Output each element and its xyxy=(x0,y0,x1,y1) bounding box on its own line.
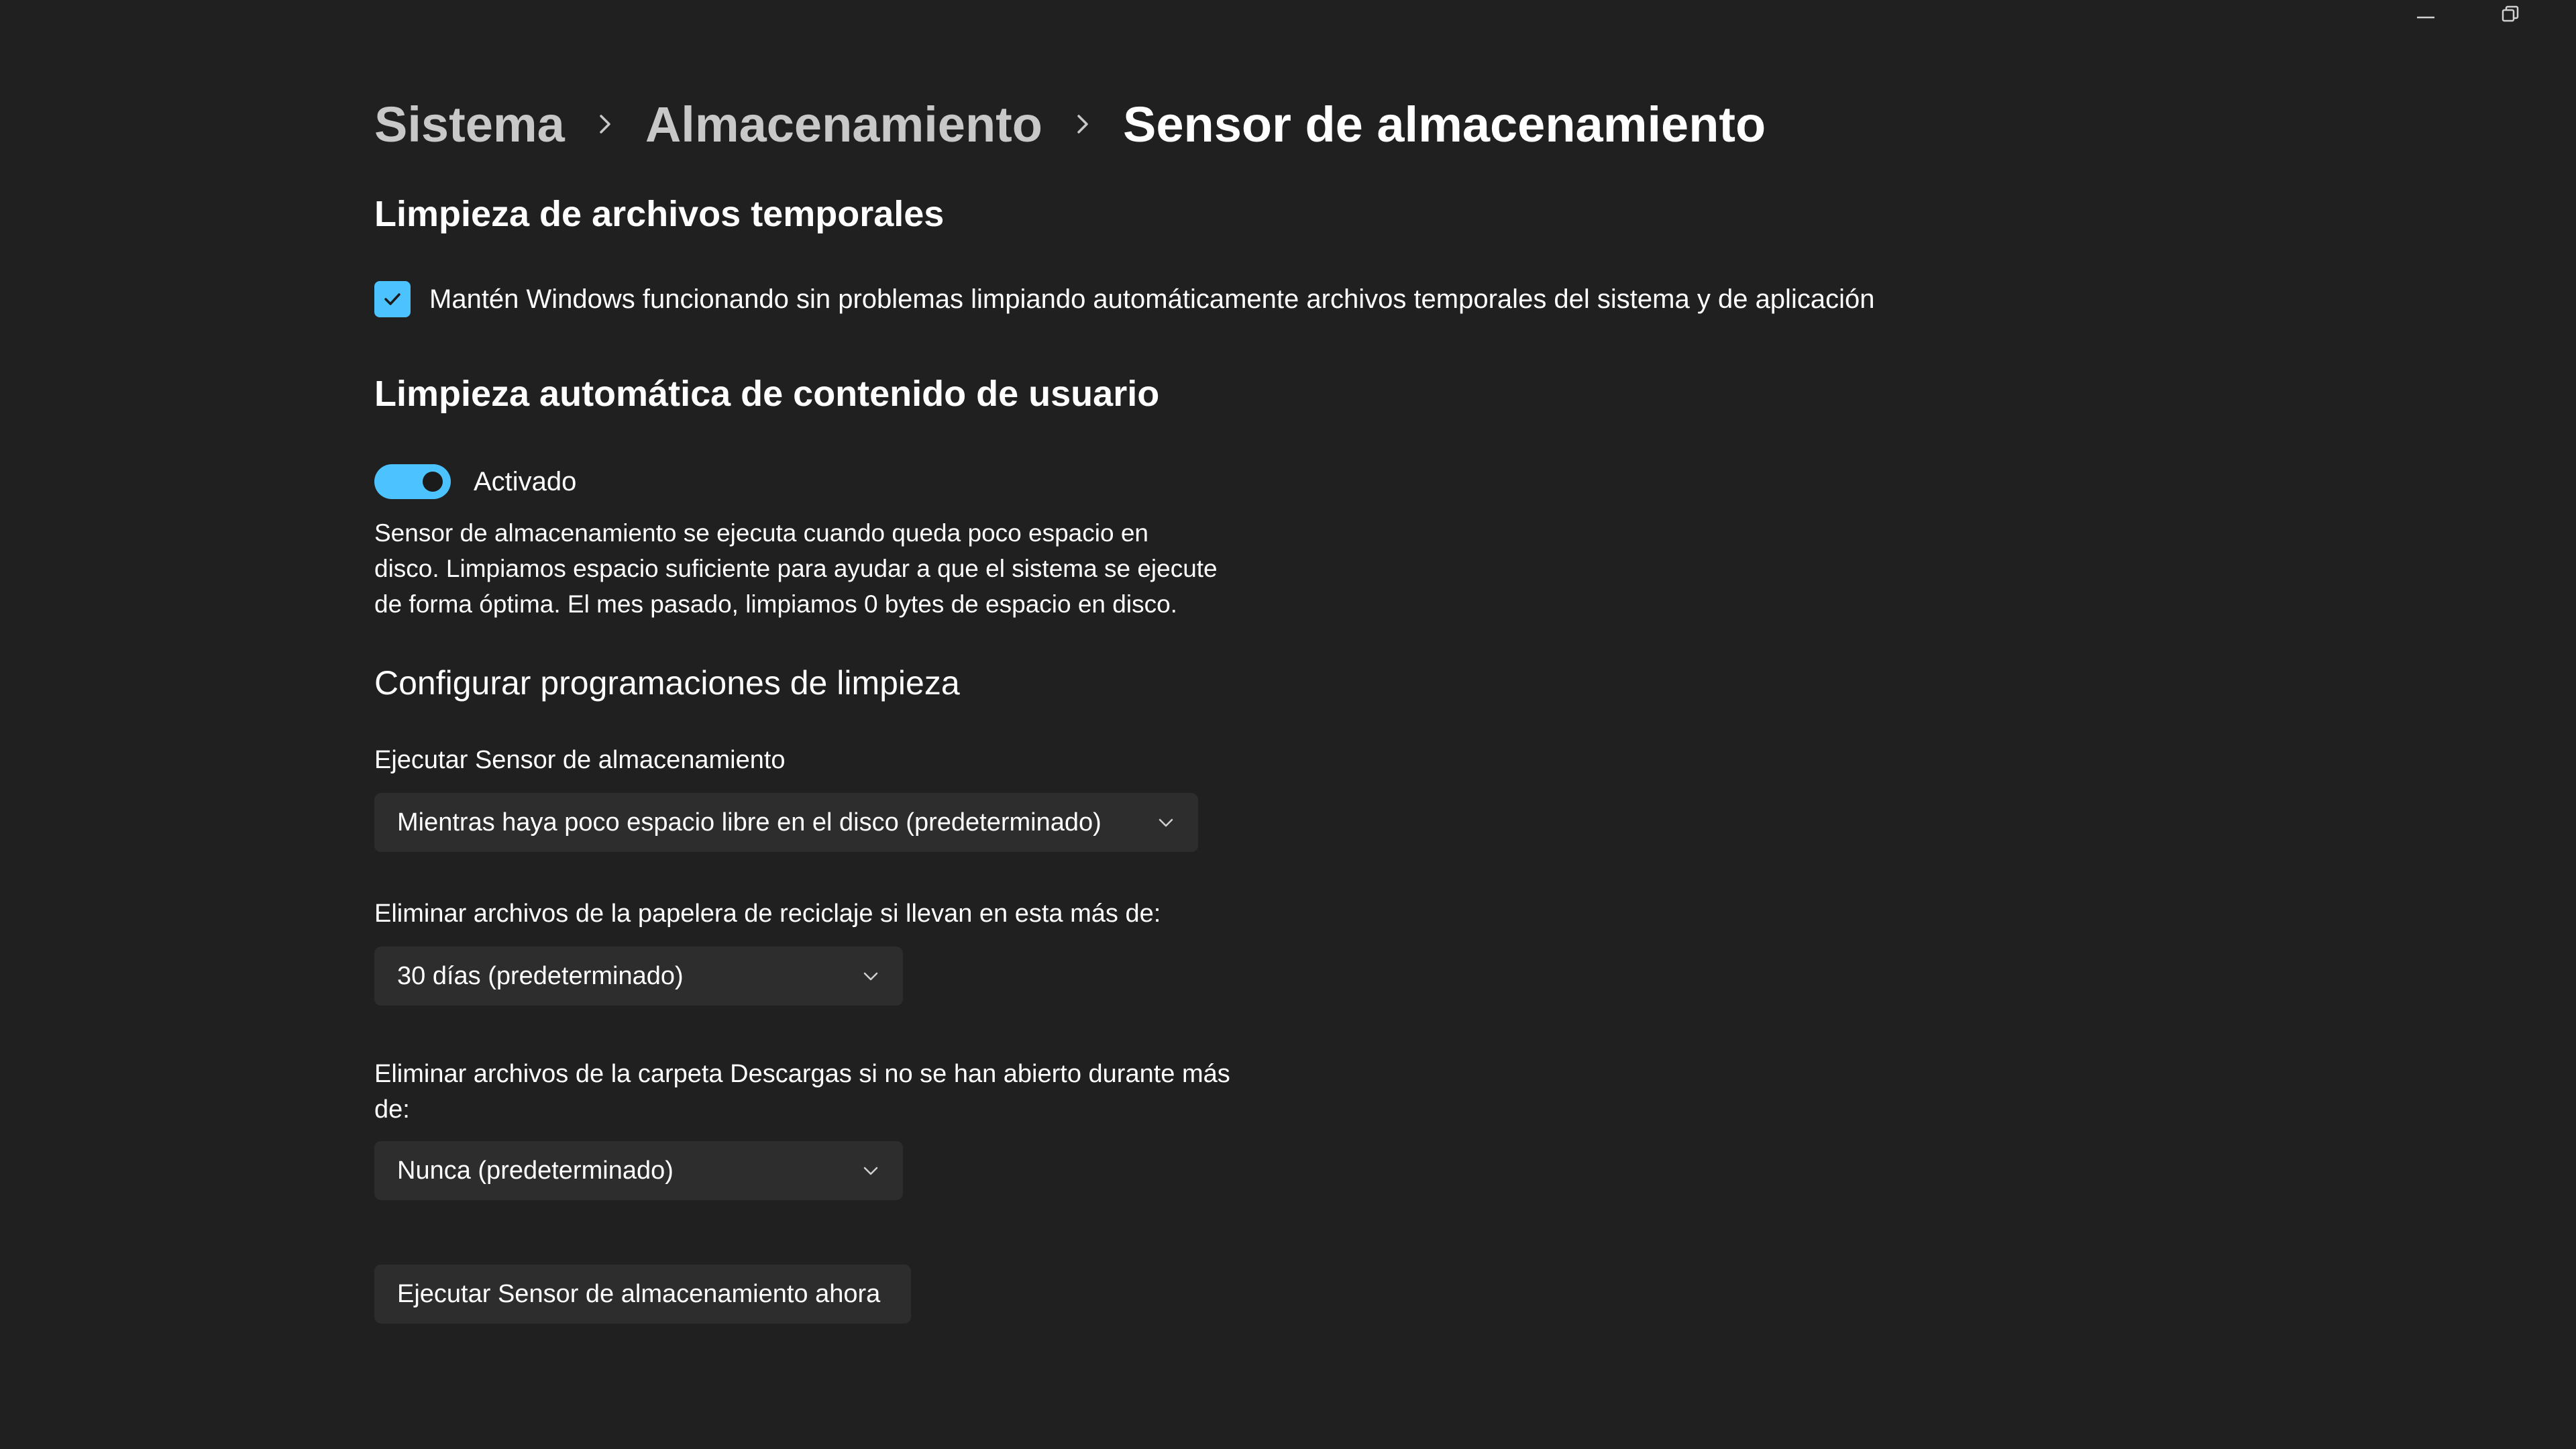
breadcrumb-item-almacenamiento[interactable]: Almacenamiento xyxy=(645,96,1042,153)
temp-cleanup-checkbox-label: Mantén Windows funcionando sin problemas… xyxy=(429,284,1875,314)
recycle-bin-label: Eliminar archivos de la papelera de reci… xyxy=(374,900,1161,928)
run-schedule-label: Ejecutar Sensor de almacenamiento xyxy=(374,746,786,774)
checkmark-icon xyxy=(384,293,400,305)
schedules-title: Configurar programaciones de limpieza xyxy=(374,664,960,702)
run-storage-sense-now-button[interactable]: Ejecutar Sensor de almacenamiento ahora xyxy=(374,1265,911,1324)
chevron-right-icon xyxy=(1042,112,1123,136)
restore-icon xyxy=(2502,5,2519,22)
recycle-bin-value: 30 días (predeterminado) xyxy=(397,961,684,990)
run-schedule-value: Mientras haya poco espacio libre en el d… xyxy=(397,808,1102,837)
window-controls xyxy=(2400,0,2536,30)
recycle-bin-dropdown[interactable]: 30 días (predeterminado) xyxy=(374,947,903,1006)
settings-window: Sistema Almacenamiento Sensor de almacen… xyxy=(0,0,2576,1449)
downloads-label: Eliminar archivos de la carpeta Descarga… xyxy=(374,1060,1230,1124)
auto-cleanup-toggle-row: Activado xyxy=(374,462,2186,502)
auto-cleanup-toggle-label: Activado xyxy=(474,466,577,496)
chevron-down-icon xyxy=(1159,818,1173,827)
settings-content: Sistema Almacenamiento Sensor de almacen… xyxy=(374,87,2186,1324)
downloads-dropdown[interactable]: Nunca (predeterminado) xyxy=(374,1141,903,1200)
breadcrumb-item-sistema[interactable]: Sistema xyxy=(374,96,565,153)
chevron-down-icon xyxy=(863,1167,878,1175)
temp-cleanup-checkbox-row[interactable]: Mantén Windows funcionando sin problemas… xyxy=(374,279,2186,319)
auto-cleanup-title: Limpieza automática de contenido de usua… xyxy=(374,374,1160,414)
temp-cleanup-checkbox[interactable] xyxy=(374,281,411,317)
chevron-down-icon xyxy=(863,972,878,981)
minimize-button[interactable] xyxy=(2400,0,2451,30)
run-schedule-dropdown[interactable]: Mientras haya poco espacio libre en el d… xyxy=(374,793,1198,852)
auto-cleanup-description: Sensor de almacenamiento se ejecuta cuan… xyxy=(374,519,1218,618)
breadcrumb: Sistema Almacenamiento Sensor de almacen… xyxy=(374,87,2186,161)
downloads-value: Nunca (predeterminado) xyxy=(397,1156,674,1185)
page-title: Sensor de almacenamiento xyxy=(1123,96,1766,152)
temp-cleanup-title: Limpieza de archivos temporales xyxy=(374,194,945,234)
minimize-icon xyxy=(2417,16,2434,19)
chevron-right-icon xyxy=(565,112,645,136)
restore-button[interactable] xyxy=(2485,0,2536,30)
auto-cleanup-toggle[interactable] xyxy=(374,464,451,499)
toggle-knob xyxy=(423,472,443,492)
